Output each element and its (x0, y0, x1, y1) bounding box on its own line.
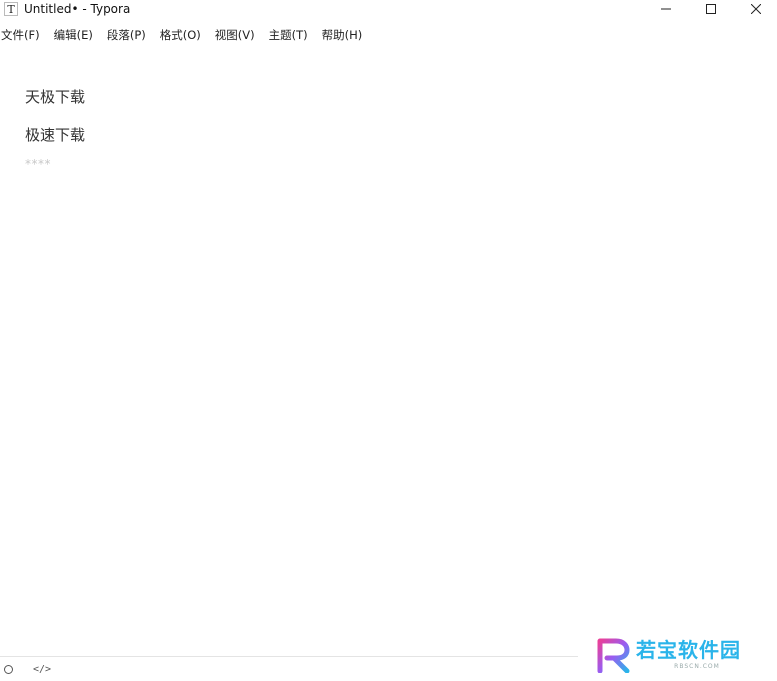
menu-help[interactable]: 帮助(H) (321, 27, 364, 43)
menu-bar: 文件(F) 编辑(E) 段落(P) 格式(O) 视图(V) 主题(T) 帮助(H… (0, 26, 375, 44)
editor-paragraph[interactable]: 天极下载 (25, 86, 85, 108)
close-button[interactable] (734, 0, 777, 18)
minimize-button[interactable] (644, 0, 688, 18)
typora-app-icon[interactable]: T (4, 2, 18, 16)
menu-theme[interactable]: 主题(T) (268, 27, 309, 43)
source-code-toggle[interactable]: </> (33, 663, 51, 677)
menu-view[interactable]: 视图(V) (214, 27, 256, 43)
statusbar-divider (0, 656, 578, 657)
minimize-icon (661, 8, 671, 10)
watermark-text: 若宝软件园 (636, 638, 741, 662)
watermark-subtext: RBSCN.COM (674, 663, 720, 670)
title-bar[interactable]: T Untitled• - Typora (0, 0, 777, 20)
circle-icon[interactable] (4, 665, 13, 674)
maximize-icon (706, 4, 716, 14)
menu-paragraph[interactable]: 段落(P) (106, 27, 147, 43)
editor-paragraph[interactable]: 极速下载 (25, 124, 85, 146)
typora-window: T Untitled• - Typora 文件(F) 编辑(E) 段落(P) 格… (0, 0, 777, 681)
menu-file[interactable]: 文件(F) (0, 27, 41, 43)
horizontal-rule-source[interactable]: **** (25, 156, 85, 172)
watermark: 若宝软件园 RBSCN.COM (596, 637, 766, 675)
watermark-logo-icon (597, 638, 630, 673)
menu-format[interactable]: 格式(O) (159, 27, 202, 43)
close-icon (751, 4, 761, 14)
menu-edit[interactable]: 编辑(E) (53, 27, 94, 43)
maximize-button[interactable] (689, 0, 733, 18)
editor-area[interactable]: 天极下载 极速下载 **** (25, 86, 85, 172)
window-title: Untitled• - Typora (24, 2, 131, 16)
